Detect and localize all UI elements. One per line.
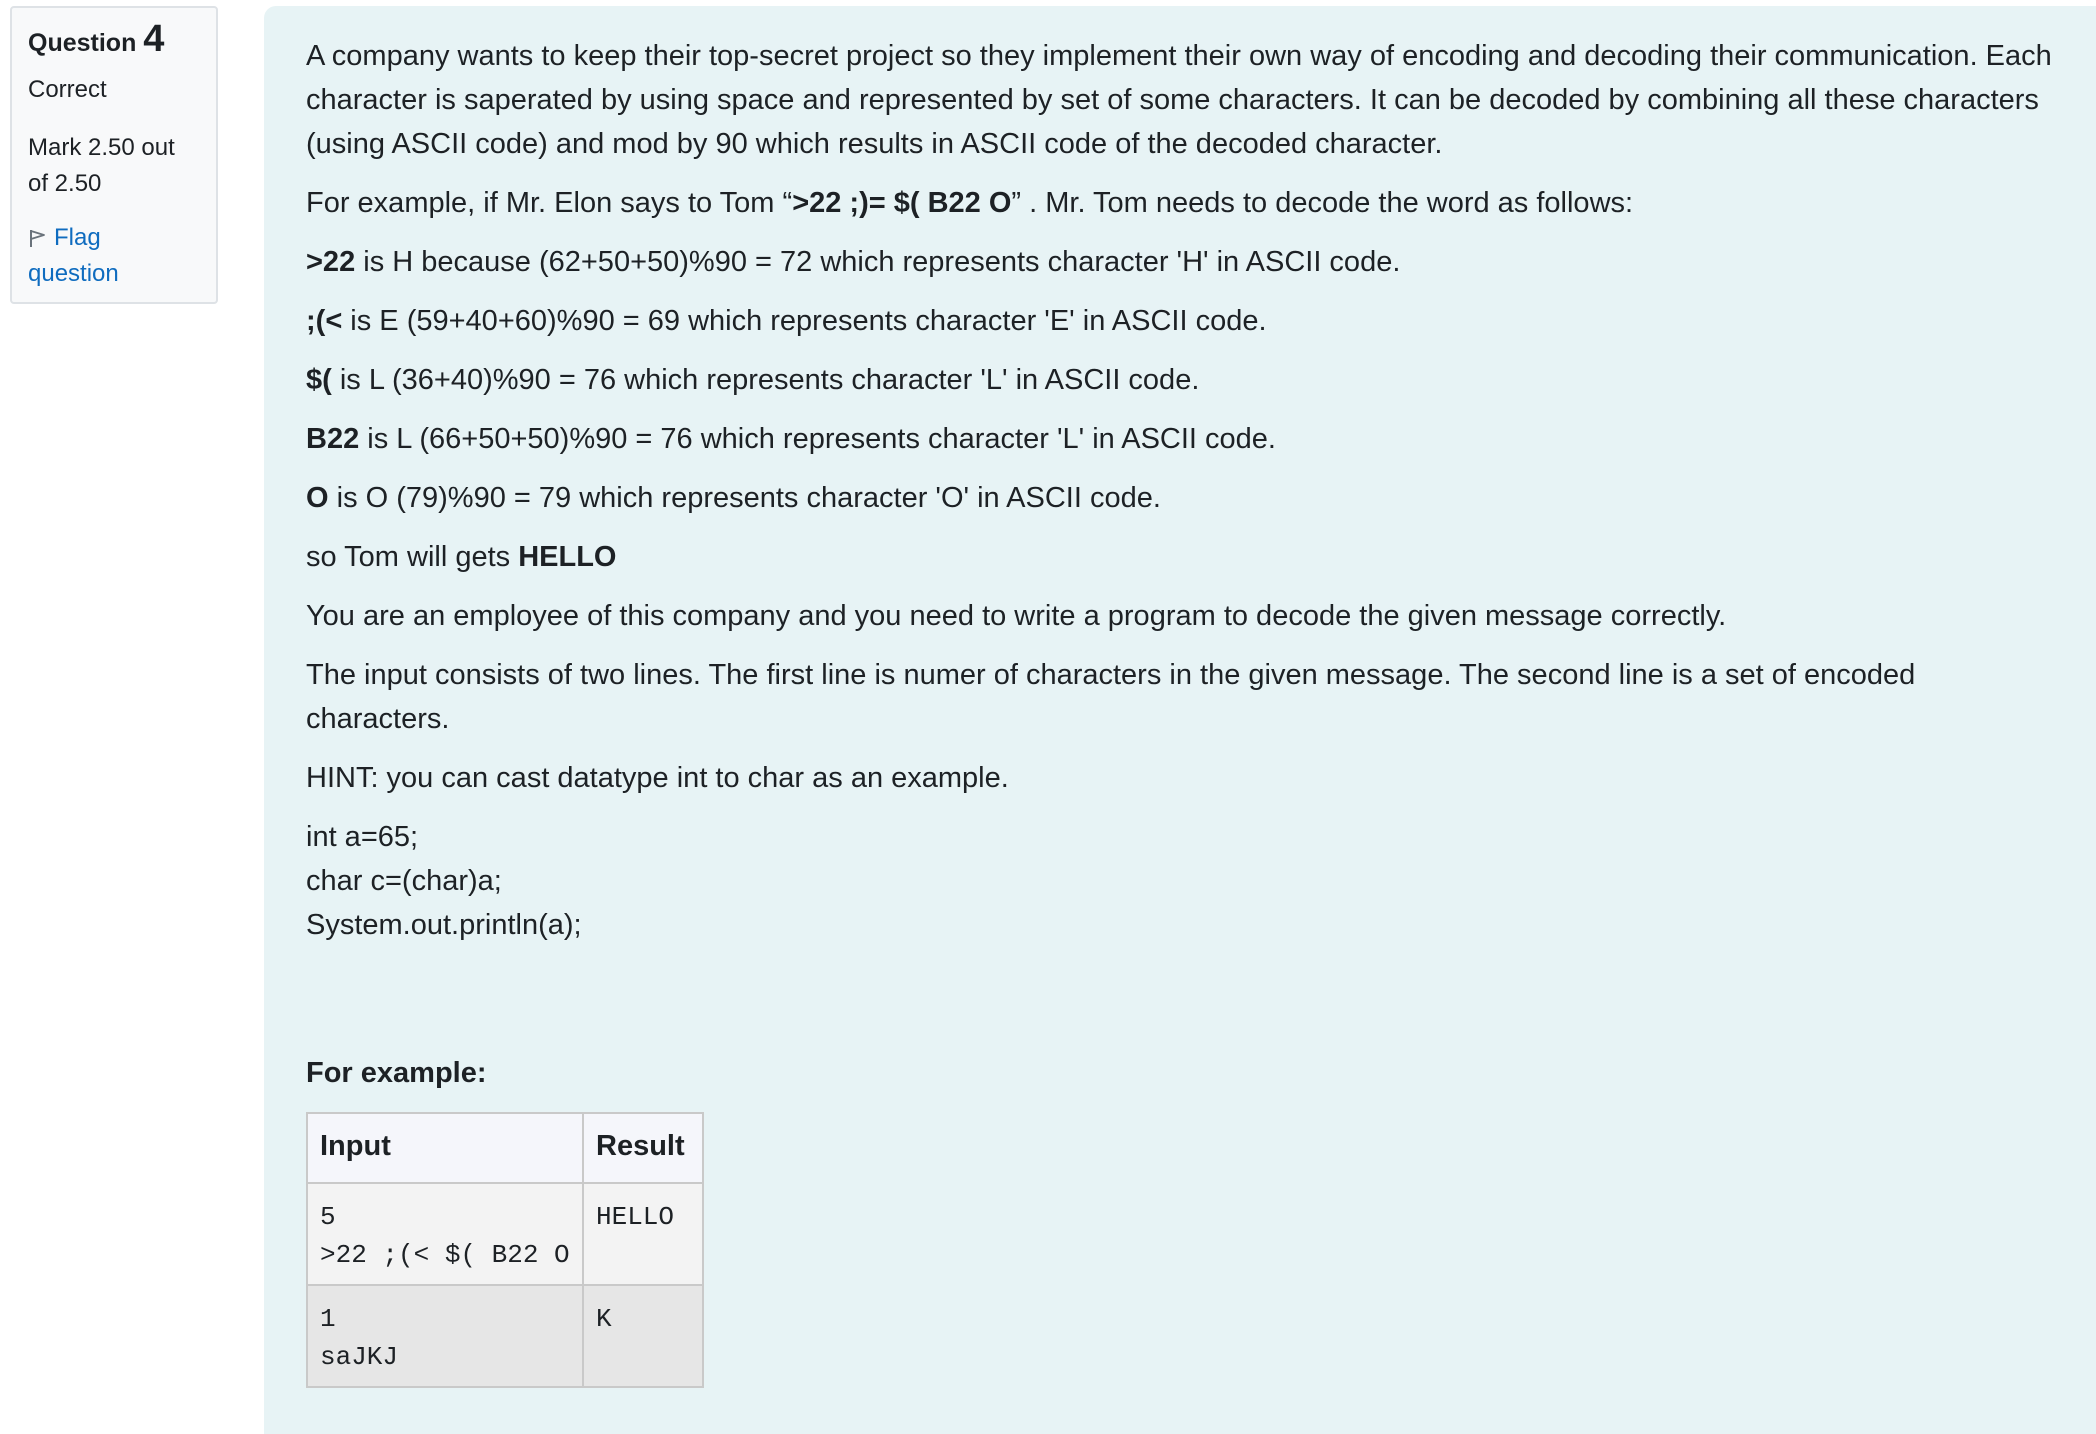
example-pre: For example, if Mr. Elon says to Tom “ (306, 187, 793, 219)
decode-explanation: is E (59+40+60)%90 = 69 which represents… (342, 305, 1267, 337)
example-code: >22 ;)= $( B22 O (792, 187, 1012, 219)
flag-line-2: question (28, 260, 119, 287)
decode-explanation: is O (79)%90 = 79 which represents chara… (328, 482, 1161, 514)
example-result-cell: HELLO (582, 1182, 704, 1286)
decode-line-1: >22 is H because (62+50+50)%90 = 72 whic… (306, 240, 2056, 284)
examples-table: Input Result 5 >22 ;(< $( B22 O HELLO 1 … (306, 1112, 704, 1388)
column-header-input: Input (306, 1112, 584, 1184)
decode-token: $( (306, 364, 332, 396)
column-header-result: Result (582, 1112, 704, 1184)
decode-line-2: ;(< is E (59+40+60)%90 = 69 which repres… (306, 299, 2056, 343)
table-header-row: Input Result (306, 1112, 704, 1184)
code-line: char c=(char)a; (306, 865, 502, 897)
result-word: HELLO (518, 541, 617, 573)
decode-token: O (306, 482, 329, 514)
example-input-cell: 5 >22 ;(< $( B22 O (306, 1182, 584, 1286)
decode-token: >22 (306, 246, 356, 278)
question-intro: A company wants to keep their top-secret… (306, 40, 2052, 160)
decode-token: ;(< (306, 305, 343, 337)
flag-question-link[interactable]: Flag question (28, 220, 200, 292)
table-row: 5 >22 ;(< $( B22 O HELLO (306, 1182, 704, 1286)
question-text-area: A company wants to keep their top-secret… (264, 6, 2096, 1434)
decode-explanation: is H because (62+50+50)%90 = 72 which re… (355, 246, 1401, 278)
question-label: Question (28, 29, 137, 57)
flag-line-1: Flag (54, 224, 101, 251)
for-example-heading: For example: (306, 1057, 487, 1089)
example-sentence: For example, if Mr. Elon says to Tom “>2… (306, 181, 2056, 225)
decode-explanation: is L (66+50+50)%90 = 76 which represents… (359, 423, 1276, 455)
table-row: 1 saJKJ K (306, 1284, 704, 1388)
task-sentence: You are an employee of this company and … (306, 600, 1727, 632)
decode-line-5: O is O (79)%90 = 79 which represents cha… (306, 476, 2056, 520)
question-info-panel: Question 4 Correct Mark 2.50 out of 2.50… (10, 6, 218, 304)
decode-line-3: $( is L (36+40)%90 = 76 which represents… (306, 358, 2056, 402)
example-input-cell: 1 saJKJ (306, 1284, 584, 1388)
example-result-cell: K (582, 1284, 704, 1388)
hint-text: HINT: you can cast datatype int to char … (306, 762, 1009, 794)
code-line: int a=65; (306, 821, 419, 853)
decode-token: B22 (306, 423, 360, 455)
example-post: ” . Mr. Tom needs to decode the word as … (1011, 187, 1634, 219)
grade-line-2: of 2.50 (28, 170, 102, 197)
decode-explanation: is L (36+40)%90 = 76 which represents ch… (331, 364, 1200, 396)
result-sentence: so Tom will gets HELLO (306, 535, 2056, 579)
question-state: Correct (28, 76, 107, 103)
question-grade: Mark 2.50 out of 2.50 (28, 130, 200, 202)
hint-code: int a=65; char c=(char)a; System.out.pri… (306, 815, 2056, 947)
flag-icon (28, 224, 54, 251)
grade-line-1: Mark 2.50 out (28, 134, 175, 161)
decode-line-4: B22 is L (66+50+50)%90 = 76 which repres… (306, 417, 2056, 461)
question-number: 4 (143, 18, 165, 60)
code-line: System.out.println(a); (306, 909, 582, 941)
result-pre: so Tom will gets (306, 541, 519, 573)
question-number-heading: Question 4 (28, 20, 200, 58)
input-description: The input consists of two lines. The fir… (306, 659, 1916, 735)
